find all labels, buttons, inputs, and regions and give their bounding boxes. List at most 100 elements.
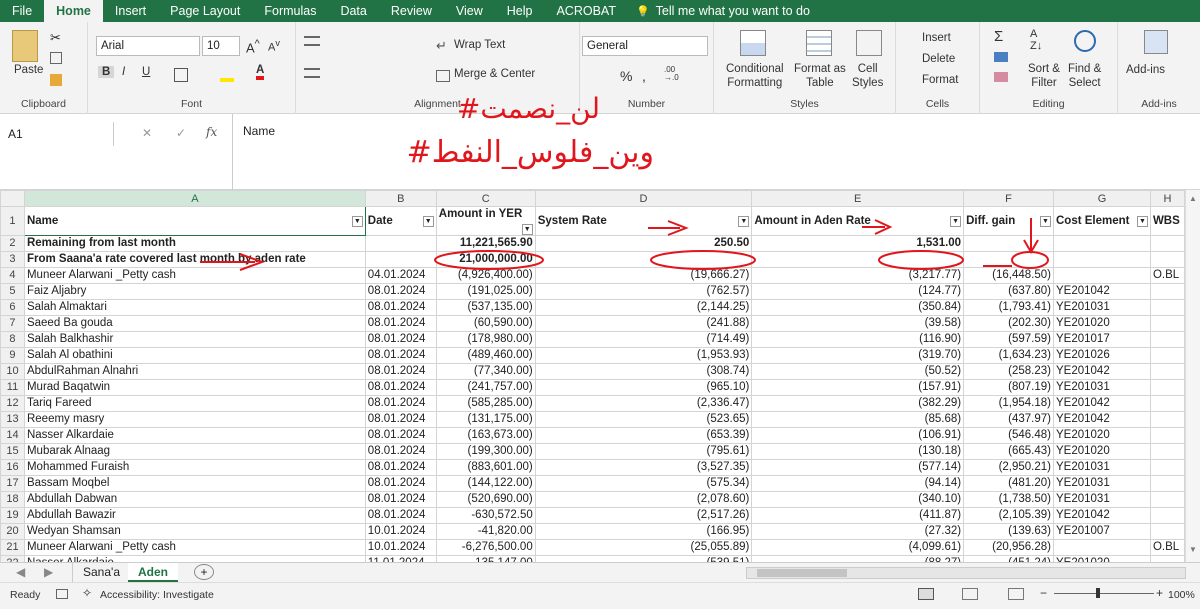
cell-f[interactable]: (1,738.50): [963, 491, 1054, 508]
cell-a[interactable]: Salah Al obathini: [23, 347, 366, 364]
cell-a[interactable]: Tariq Fareed: [23, 395, 366, 412]
cell-a[interactable]: Mubarak Alnaag: [23, 443, 366, 460]
menu-formulas[interactable]: Formulas: [252, 0, 328, 22]
cell-h[interactable]: [1149, 395, 1185, 412]
find-select-button[interactable]: Find & Select: [1068, 62, 1101, 90]
cell-c[interactable]: (4,926,400.00): [435, 267, 536, 284]
cell-e[interactable]: (3,217.77): [751, 267, 965, 284]
row-header[interactable]: 9: [0, 347, 25, 364]
wrap-text-button[interactable]: Wrap Text: [454, 39, 505, 51]
column-header[interactable]: G: [1053, 190, 1151, 207]
cell-h[interactable]: [1149, 363, 1185, 380]
cell-b[interactable]: 08.01.2024: [364, 347, 437, 364]
cell-c[interactable]: -630,572.50: [435, 507, 536, 524]
cell-f[interactable]: (202.30): [963, 315, 1054, 332]
cell-d[interactable]: (965.10): [534, 379, 753, 396]
cell-f[interactable]: [963, 235, 1054, 252]
cell-c[interactable]: (520,690.00): [435, 491, 536, 508]
menu-review[interactable]: Review: [379, 0, 444, 22]
insert-function-icon[interactable]: fx: [206, 125, 217, 139]
cell-d[interactable]: (166.95): [534, 523, 753, 540]
bold-icon[interactable]: B: [98, 66, 115, 78]
formula-input[interactable]: Name: [232, 114, 1200, 190]
delete-cells-button[interactable]: Delete: [922, 53, 955, 65]
select-all-corner[interactable]: [0, 190, 25, 207]
scrollbar-thumb[interactable]: [757, 569, 847, 577]
cell-a[interactable]: Reeemy masry: [23, 411, 366, 428]
cell-a[interactable]: From Saana'a rate covered last month by …: [23, 251, 366, 268]
cell-b[interactable]: 08.01.2024: [364, 491, 437, 508]
cell-a[interactable]: Faiz Aljabry: [23, 283, 366, 300]
addins-button[interactable]: Add-ins: [1126, 64, 1165, 76]
format-as-table-button[interactable]: Format as Table: [794, 62, 846, 90]
macro-record-icon[interactable]: [56, 589, 68, 599]
cell-d[interactable]: (2,144.25): [534, 299, 753, 316]
cell-f[interactable]: (258.23): [963, 363, 1054, 380]
cell-f[interactable]: (807.19): [963, 379, 1054, 396]
header-wbs-cell[interactable]: WBS: [1149, 206, 1185, 236]
cell-h[interactable]: O.BL: [1149, 539, 1185, 556]
cell-f[interactable]: (637.80): [963, 283, 1054, 300]
cell-c[interactable]: (883,601.00): [435, 459, 536, 476]
cell-f[interactable]: (481.20): [963, 475, 1054, 492]
row-header[interactable]: 10: [0, 363, 25, 380]
cell-c[interactable]: (199,300.00): [435, 443, 536, 460]
cell-d[interactable]: (3,527.35): [534, 459, 753, 476]
cell-c[interactable]: 11,221,565.90: [435, 235, 536, 252]
column-header[interactable]: C: [435, 190, 536, 207]
paste-icon[interactable]: [12, 30, 38, 62]
cell-c[interactable]: 21,000,000.00: [435, 251, 536, 268]
cell-d[interactable]: (25,055.89): [534, 539, 753, 556]
cell-g[interactable]: [1053, 251, 1151, 268]
cell-a[interactable]: Muneer Alarwani _Petty cash: [23, 539, 366, 556]
row-header[interactable]: 21: [0, 539, 25, 556]
cell-b[interactable]: 08.01.2024: [364, 427, 437, 444]
cancel-icon[interactable]: ✕: [142, 126, 152, 140]
cell-g[interactable]: YE201042: [1053, 395, 1151, 412]
format-cells-button[interactable]: Format: [922, 74, 958, 86]
cell-h[interactable]: [1149, 507, 1185, 524]
cell-g[interactable]: YE201031: [1053, 459, 1151, 476]
normal-view-icon[interactable]: [918, 588, 934, 600]
cell-b[interactable]: 08.01.2024: [364, 283, 437, 300]
cell-e[interactable]: [751, 251, 965, 268]
cell-a[interactable]: Mohammed Furaish: [23, 459, 366, 476]
cell-a[interactable]: Salah Almaktari: [23, 299, 366, 316]
cell-h[interactable]: [1149, 315, 1185, 332]
cell-a[interactable]: Abdullah Dabwan: [23, 491, 366, 508]
cell-b[interactable]: 08.01.2024: [364, 459, 437, 476]
insert-cells-button[interactable]: Insert: [922, 32, 951, 44]
enter-icon[interactable]: ✓: [176, 126, 186, 140]
filter-dropdown-icon[interactable]: ▼: [738, 215, 750, 227]
tab-sanaa[interactable]: Sana'a: [72, 563, 131, 583]
cell-h[interactable]: [1149, 331, 1185, 348]
header-date-cell[interactable]: Date ▼: [364, 206, 437, 236]
row-header[interactable]: 15: [0, 443, 25, 460]
cell-styles-button[interactable]: Cell Styles: [852, 62, 883, 90]
cell-f[interactable]: (1,954.18): [963, 395, 1054, 412]
row-header[interactable]: 1: [0, 206, 25, 236]
cell-f[interactable]: (597.59): [963, 331, 1054, 348]
cell-e[interactable]: (157.91): [751, 379, 965, 396]
page-layout-view-icon[interactable]: [962, 588, 978, 600]
cell-g[interactable]: YE201042: [1053, 283, 1151, 300]
cell-e[interactable]: (106.91): [751, 427, 965, 444]
fill-color-icon[interactable]: [220, 68, 234, 82]
cell-a[interactable]: Saeed Ba gouda: [23, 315, 366, 332]
cell-e[interactable]: (382.29): [751, 395, 965, 412]
cell-d[interactable]: (241.88): [534, 315, 753, 332]
autosum-icon[interactable]: Σ: [994, 28, 1003, 45]
comma-icon[interactable]: ,: [642, 68, 646, 84]
cell-d[interactable]: (1,953.93): [534, 347, 753, 364]
cell-h[interactable]: [1149, 235, 1185, 252]
font-size-select[interactable]: 10: [202, 36, 240, 56]
cell-a[interactable]: Abdullah Bawazir: [23, 507, 366, 524]
menu-insert[interactable]: Insert: [103, 0, 158, 22]
cell-g[interactable]: YE201020: [1053, 443, 1151, 460]
row-header[interactable]: 2: [0, 235, 25, 252]
cell-g[interactable]: YE201026: [1053, 347, 1151, 364]
cell-b[interactable]: 08.01.2024: [364, 331, 437, 348]
cell-c[interactable]: (144,122.00): [435, 475, 536, 492]
filter-dropdown-icon[interactable]: ▼: [521, 224, 533, 235]
cut-icon[interactable]: ✂: [50, 30, 61, 46]
